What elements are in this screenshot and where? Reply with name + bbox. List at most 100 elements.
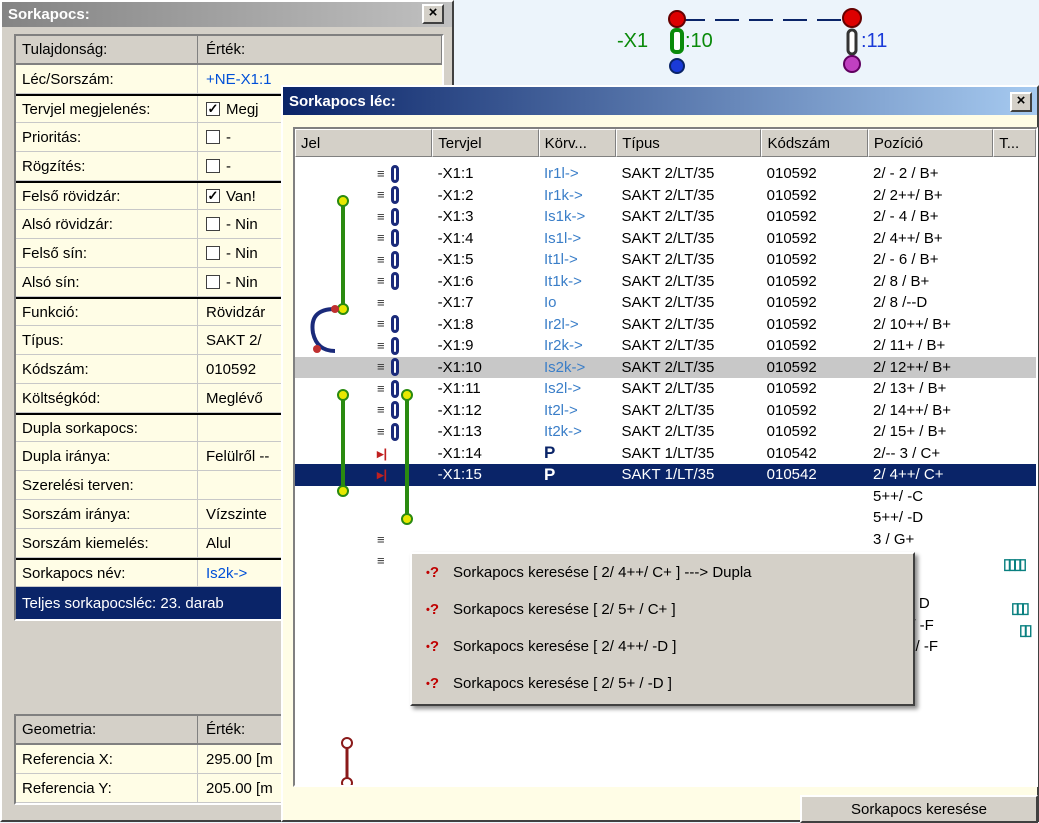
jel-cell: ≡ [295,379,433,398]
terminal-symbol-icon: ≡ [377,402,385,418]
jel-cell: ≡ [295,272,433,291]
geometry-column-header[interactable]: Geometria: [16,716,198,743]
terminal-row[interactable]: ≡ -X1:9 Ir2k-> SAKT 2/LT/35 010592 2/ 11+ / B… [295,335,1036,357]
terminal-diagram: -X1 :10 :11 [445,0,1039,90]
question-icon: ? [426,675,439,692]
tervjel-cell: -X1:3 [437,208,474,226]
jel-cell: ≡ [295,422,433,441]
tervjel-cell: -X1:6 [437,272,474,290]
pozicio-cell: 2/ - 2 / B+ [873,165,939,183]
korv-cell: Io [544,294,557,312]
property-key: Funkció: [16,299,198,325]
diode-icon: ▸| [377,467,388,483]
terminal11-bottom-marker [843,55,861,73]
column-header-kodszam[interactable]: Kódszám [761,129,868,157]
korv-cell: Is1l-> [544,229,582,247]
property-key: Léc/Sorszám: [16,65,198,93]
terminal-row[interactable]: ≡ -X1:12 It2l-> SAKT 2/LT/35 010592 2/ 14++/ … [295,400,1036,422]
terminal-row[interactable]: 5++/ -C [295,486,1036,508]
property-checkbox[interactable] [206,246,220,260]
column-header-pozicio[interactable]: Pozíció [867,129,994,157]
pozicio-cell: 2/ 4++/ B+ [873,229,943,247]
terminal-row[interactable]: ≡ -X1:4 Is1l-> SAKT 2/LT/35 010592 2/ 4++/ B+ [295,228,1036,250]
coil-icon [390,315,399,334]
korv-cell: Is1k-> [544,208,586,226]
tervjel-cell: -X1:15 [437,466,482,484]
property-checkbox[interactable] [206,217,220,231]
property-value-text: Felülről -- [206,447,270,465]
tipus-cell: SAKT 1/LT/35 [621,466,715,484]
terminal-row[interactable]: 5++/ -D [295,507,1036,529]
column-header-tipus[interactable]: Típus [616,129,762,157]
kodszam-cell: 010592 [766,251,817,269]
context-menu-item[interactable]: ? Sorkapocs keresése [ 2/ 5+ / -D ] [412,665,913,702]
question-icon: ? [426,638,439,655]
terminal-row[interactable]: ≡ -X1:8 Ir2l-> SAKT 2/LT/35 010592 2/ 10++/ B… [295,314,1036,336]
terminal-row[interactable]: ≡ -X1:13 It2k-> SAKT 2/LT/35 010592 2/ 15+ / … [295,421,1036,443]
kodszam-cell: 010592 [766,423,817,441]
context-menu-item[interactable]: ? Sorkapocs keresése [ 2/ 4++/ C+ ] ---> … [412,554,913,591]
column-header-t[interactable]: T... [993,129,1036,157]
property-key: Tervjel megjelenés: [16,96,198,122]
tervjel-cell: -X1:4 [437,229,474,247]
terminal-symbol-icon: ≡ [377,380,385,396]
terminal-bottom-marker [669,58,685,74]
kodszam-cell: 010592 [766,401,817,419]
terminal-row[interactable]: ≡ -X1:3 Is1k-> SAKT 2/LT/35 010592 2/ - 4 / B… [295,206,1036,228]
jel-cell: ≡ [295,229,433,248]
property-column-header[interactable]: Tulajdonság: [16,36,198,63]
coil-icon [390,164,399,183]
kodszam-cell: 010592 [766,294,817,312]
kodszam-cell: 010592 [766,380,817,398]
column-header-tervjel[interactable]: Tervjel [432,129,539,157]
property-checkbox[interactable] [206,130,220,144]
tervjel-cell: -X1:14 [437,444,482,462]
dialog-title-bar: Sorkapocs léc: [283,87,1037,115]
tipus-cell: SAKT 2/LT/35 [621,251,715,269]
terminal-row[interactable]: ≡ -X1:11 Is2l-> SAKT 2/LT/35 010592 2/ 13+ / … [295,378,1036,400]
terminal-row[interactable]: ≡ -X1:5 It1l-> SAKT 2/LT/35 010592 2/ - 6 / B… [295,249,1036,271]
property-checkbox[interactable]: ✓ [206,189,220,203]
value-column-header[interactable]: Érték: [198,36,442,63]
jel-cell: ▸| [295,445,433,462]
terminal-row[interactable]: ▸| -X1:14 P SAKT 1/LT/35 010542 2/-- 3 / C+ [295,443,1036,465]
tipus-cell: SAKT 2/LT/35 [621,229,715,247]
terminal11-body [846,28,858,56]
dialog-close-button[interactable]: × [1010,92,1032,112]
terminal-row[interactable]: ▸| -X1:15 P SAKT 1/LT/35 010542 2/ 4++/ C+ [295,464,1036,486]
korv-cell: Is2k-> [544,358,586,376]
terminal-row[interactable]: ≡ -X1:2 Ir1k-> SAKT 2/LT/35 010592 2/ 2++/ B+ [295,185,1036,207]
tipus-cell: SAKT 1/LT/35 [621,444,715,462]
property-key: Sorszám kiemelés: [16,529,198,557]
diagram-label-10: :10 [685,30,713,52]
terminal-symbol-icon: ≡ [377,553,385,569]
search-terminal-button[interactable]: Sorkapocs keresése [800,795,1038,823]
terminal-row[interactable]: ≡ -X1:1 Ir1l-> SAKT 2/LT/35 010592 2/ - 2 / B… [295,163,1036,185]
jumper-end-dot [341,737,353,749]
jumper-end-dot [341,777,353,785]
property-key: Sorszám iránya: [16,500,198,528]
context-menu-item[interactable]: ? Sorkapocs keresése [ 2/ 4++/ -D ] [412,628,913,665]
column-header-jel[interactable]: Jel [295,129,433,157]
terminal-row[interactable]: ≡ -X1:6 It1k-> SAKT 2/LT/35 010592 2/ 8 / B+ [295,271,1036,293]
kodszam-cell: 010592 [766,208,817,226]
property-checkbox[interactable] [206,159,220,173]
pozicio-cell: 2/ - 4 / B+ [873,208,939,226]
terminal-row[interactable]: ≡ -X1:7 Io SAKT 2/LT/35 010592 2/ 8 /--D [295,292,1036,314]
terminal-row[interactable]: ≡ 3 / G+ [295,529,1036,551]
property-checkbox[interactable]: ✓ [206,102,220,116]
pozicio-cell: 2/ 8 / B+ [873,272,930,290]
diode-icon: ▸| [377,445,388,461]
context-menu-item[interactable]: ? Sorkapocs keresése [ 2/ 5+ / C+ ] [412,591,913,628]
terminal-symbol-icon: ≡ [377,337,385,353]
property-checkbox[interactable] [206,275,220,289]
terminal-strip-dialog: Sorkapocs léc: × Jel Tervjel Körv... Típ… [281,85,1039,823]
korv-cell: It2l-> [544,401,578,419]
terminal-symbol-icon: ≡ [377,359,385,375]
column-header-korv[interactable]: Körv... [538,129,617,157]
property-key: Alsó sín: [16,268,198,296]
properties-close-button[interactable]: × [422,4,444,24]
terminal-row[interactable]: ≡ -X1:10 Is2k-> SAKT 2/LT/35 010592 2/ 12++/ … [295,356,1036,378]
rail-bars-icon: ▯▯▯▯ [1003,556,1027,573]
property-key: Prioritás: [16,123,198,151]
